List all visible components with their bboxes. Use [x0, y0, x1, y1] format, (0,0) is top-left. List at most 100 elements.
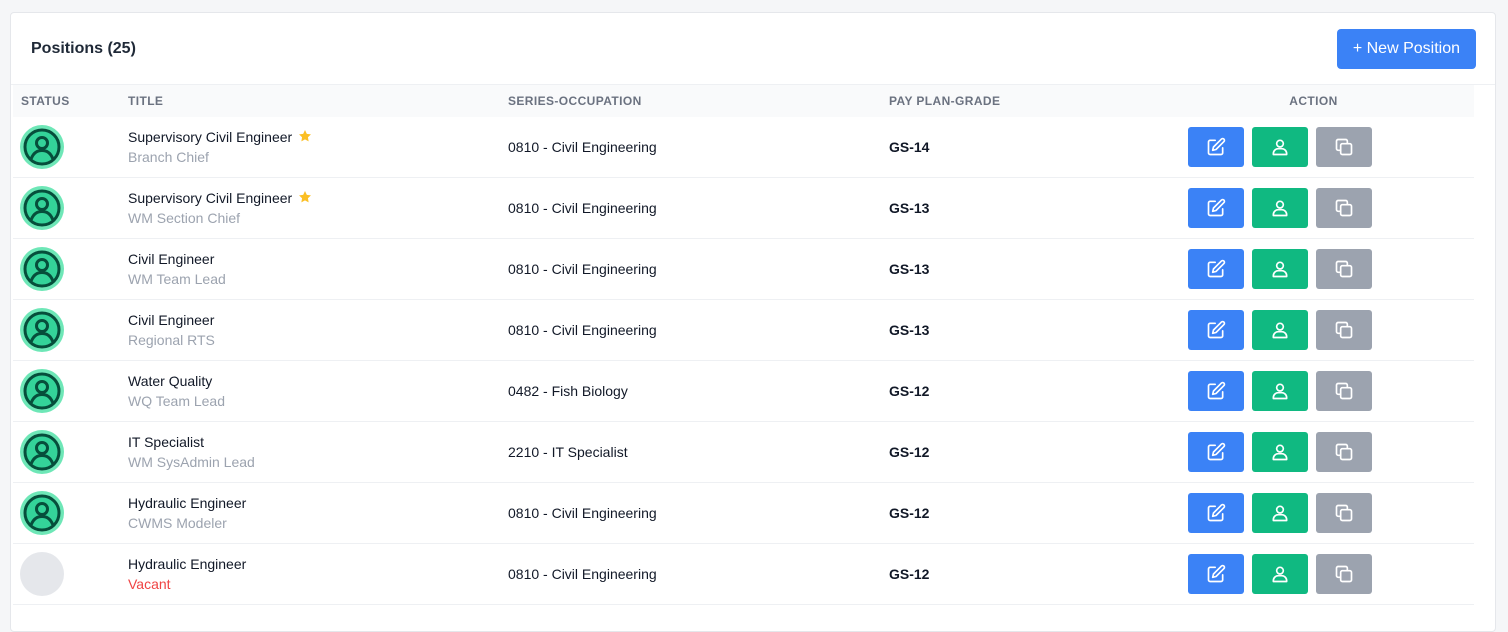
copy-button[interactable]	[1316, 371, 1372, 411]
pay-plan-grade: GS-12	[889, 505, 930, 521]
edit-button[interactable]	[1188, 371, 1244, 411]
title-cell: Civil Engineer WM Team Lead	[128, 249, 508, 289]
series-occupation: 0810 - Civil Engineering	[508, 200, 657, 216]
status-cell	[13, 186, 128, 230]
column-header-status[interactable]: STATUS	[13, 94, 128, 108]
user-icon	[1270, 137, 1290, 157]
title-cell: Supervisory Civil Engineer WM Section Chi…	[128, 188, 508, 228]
table-row: Supervisory Civil Engineer Branch Chief 08…	[13, 117, 1474, 178]
action-cell	[1153, 371, 1474, 411]
position-title: Civil Engineer	[128, 310, 508, 330]
action-buttons	[1153, 310, 1474, 350]
positions-table: STATUS TITLE SERIES-OCCUPATION PAY PLAN-…	[13, 85, 1474, 605]
position-title: Civil Engineer	[128, 249, 508, 269]
position-title: Hydraulic Engineer	[128, 554, 508, 574]
series-occupation: 0810 - Civil Engineering	[508, 505, 657, 521]
action-buttons	[1153, 371, 1474, 411]
edit-icon	[1206, 381, 1226, 401]
pay-plan-grade: GS-12	[889, 444, 930, 460]
position-title: Supervisory Civil Engineer	[128, 188, 508, 208]
action-buttons	[1153, 188, 1474, 228]
copy-button[interactable]	[1316, 127, 1372, 167]
series-occupation: 0810 - Civil Engineering	[508, 566, 657, 582]
position-title-text: Water Quality	[128, 373, 213, 389]
edit-button[interactable]	[1188, 188, 1244, 228]
table-body: Supervisory Civil Engineer Branch Chief 08…	[13, 117, 1474, 605]
pay-plan-grade: GS-13	[889, 322, 930, 338]
position-title: Hydraulic Engineer	[128, 493, 508, 513]
column-header-series[interactable]: SERIES-OCCUPATION	[508, 94, 889, 108]
assign-button[interactable]	[1252, 554, 1308, 594]
assign-button[interactable]	[1252, 249, 1308, 289]
edit-button[interactable]	[1188, 432, 1244, 472]
page-title: Positions (25)	[31, 39, 136, 57]
copy-button[interactable]	[1316, 188, 1372, 228]
copy-button[interactable]	[1316, 432, 1372, 472]
series-occupation: 0810 - Civil Engineering	[508, 139, 657, 155]
status-cell	[13, 491, 128, 535]
copy-icon	[1334, 381, 1354, 401]
assign-button[interactable]	[1252, 493, 1308, 533]
column-header-title[interactable]: TITLE	[128, 94, 508, 108]
title-cell: Hydraulic Engineer CWMS Modeler	[128, 493, 508, 533]
edit-button[interactable]	[1188, 310, 1244, 350]
assign-button[interactable]	[1252, 371, 1308, 411]
new-position-button[interactable]: + New Position	[1336, 28, 1476, 69]
table-header: STATUS TITLE SERIES-OCCUPATION PAY PLAN-…	[13, 85, 1474, 117]
position-title-text: IT Specialist	[128, 434, 204, 450]
table-row: Hydraulic Engineer Vacant 0810 - Civil Eng…	[13, 544, 1474, 605]
edit-button[interactable]	[1188, 493, 1244, 533]
user-icon	[1270, 442, 1290, 462]
user-circle-icon	[20, 186, 64, 230]
copy-button[interactable]	[1316, 554, 1372, 594]
table-row: Civil Engineer WM Team Lead 0810 - Civil E…	[13, 239, 1474, 300]
user-circle-icon	[20, 491, 64, 535]
table-row: Supervisory Civil Engineer WM Section Chi…	[13, 178, 1474, 239]
position-title: IT Specialist	[128, 432, 508, 452]
column-header-grade[interactable]: PAY PLAN-GRADE	[889, 94, 1153, 108]
edit-button[interactable]	[1188, 554, 1244, 594]
edit-icon	[1206, 259, 1226, 279]
position-subtitle: WQ Team Lead	[128, 393, 226, 409]
vacant-label: Vacant	[128, 576, 171, 592]
user-icon	[1270, 259, 1290, 279]
action-buttons	[1153, 432, 1474, 472]
title-cell: Supervisory Civil Engineer Branch Chief	[128, 127, 508, 167]
assign-button[interactable]	[1252, 188, 1308, 228]
star-icon	[298, 129, 312, 145]
edit-icon	[1206, 320, 1226, 340]
title-cell: Civil Engineer Regional RTS	[128, 310, 508, 350]
copy-icon	[1334, 137, 1354, 157]
edit-icon	[1206, 137, 1226, 157]
user-circle-icon	[20, 308, 64, 352]
status-cell	[13, 247, 128, 291]
table-row: Civil Engineer Regional RTS 0810 - Civil E…	[13, 300, 1474, 361]
user-icon	[1270, 320, 1290, 340]
position-title-text: Supervisory Civil Engineer	[128, 190, 293, 206]
edit-button[interactable]	[1188, 127, 1244, 167]
edit-icon	[1206, 442, 1226, 462]
card-header: Positions (25) + New Position	[11, 13, 1495, 85]
status-cell	[13, 430, 128, 474]
assign-button[interactable]	[1252, 127, 1308, 167]
series-occupation: 0810 - Civil Engineering	[508, 261, 657, 277]
edit-icon	[1206, 564, 1226, 584]
position-subtitle: WM Section Chief	[128, 210, 241, 226]
pay-plan-grade: GS-13	[889, 261, 930, 277]
user-circle-icon	[20, 430, 64, 474]
action-buttons	[1153, 554, 1474, 594]
assign-button[interactable]	[1252, 432, 1308, 472]
copy-button[interactable]	[1316, 249, 1372, 289]
user-icon	[1270, 564, 1290, 584]
position-title: Water Quality	[128, 371, 508, 391]
status-cell	[13, 369, 128, 413]
status-cell	[13, 308, 128, 352]
assign-button[interactable]	[1252, 310, 1308, 350]
table-row: Water Quality WQ Team Lead 0482 - Fish Bio…	[13, 361, 1474, 422]
column-header-action: ACTION	[1289, 94, 1338, 108]
copy-button[interactable]	[1316, 493, 1372, 533]
position-title: Supervisory Civil Engineer	[128, 127, 508, 147]
copy-button[interactable]	[1316, 310, 1372, 350]
pay-plan-grade: GS-13	[889, 200, 930, 216]
edit-button[interactable]	[1188, 249, 1244, 289]
